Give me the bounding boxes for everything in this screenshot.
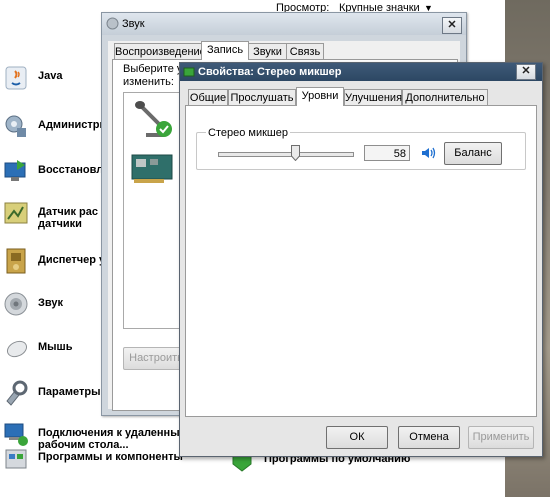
- properties-title-bar: Свойства: Стерео микшер ✕: [180, 63, 542, 81]
- device-list[interactable]: [123, 92, 185, 329]
- tab-listen[interactable]: Прослушать: [228, 89, 296, 106]
- sensor-icon: [4, 202, 28, 224]
- mouse-icon: [6, 340, 28, 358]
- admin-tools-icon: [5, 115, 26, 137]
- close-button[interactable]: ✕: [442, 17, 462, 34]
- tab-enhancements[interactable]: Улучшения: [344, 89, 402, 106]
- tab-general[interactable]: Общие: [188, 89, 228, 106]
- device-manager-icon: [6, 248, 26, 274]
- mixer-icon: [183, 67, 195, 77]
- speaker-icon: [106, 17, 119, 30]
- window-title: Звук: [122, 18, 145, 30]
- cp-item-programs[interactable]: Программы и компоненты: [0, 444, 183, 478]
- cp-label: Параметры: [38, 386, 101, 398]
- sound-title-bar: Звук ✕: [102, 13, 466, 35]
- recovery-icon: [4, 160, 26, 181]
- tab-sounds[interactable]: Звуки: [248, 43, 287, 60]
- options-icon: [6, 380, 28, 406]
- levels-panel: Стерео микшер 58 Баланс: [185, 105, 537, 417]
- ok-button[interactable]: ОК: [326, 426, 388, 449]
- dialog-title: Свойства: Стерео микшер: [198, 66, 342, 78]
- cp-label: Программы и компоненты: [38, 451, 183, 463]
- close-icon: ✕: [521, 65, 531, 77]
- cp-label: Звук: [38, 297, 64, 309]
- cp-label: Мышь: [38, 341, 73, 353]
- apply-button[interactable]: Применить: [468, 426, 534, 449]
- speaker-icon: [4, 292, 28, 316]
- java-icon: [5, 66, 27, 90]
- instruction-text: Выберите у изменить:: [123, 63, 183, 88]
- properties-dialog: Свойства: Стерео микшер ✕ Общие Прослуша…: [179, 62, 543, 457]
- level-slider-thumb[interactable]: [291, 145, 301, 162]
- cp-label: Администри: [38, 119, 107, 131]
- cp-label: Java: [38, 70, 63, 82]
- tab-playback[interactable]: Воспроизведение: [114, 43, 206, 60]
- balance-button[interactable]: Баланс: [444, 142, 502, 165]
- cancel-button[interactable]: Отмена: [398, 426, 460, 449]
- cp-label: Восстановле: [38, 164, 110, 176]
- cp-label: Диспетчер у: [38, 254, 106, 266]
- tab-levels[interactable]: Уровни: [296, 87, 344, 106]
- level-value-field[interactable]: 58: [364, 145, 410, 161]
- level-slider-track[interactable]: [218, 152, 354, 157]
- sound-card-icon: [131, 154, 173, 183]
- tab-communications[interactable]: Связь: [286, 43, 324, 60]
- close-button[interactable]: ✕: [516, 64, 536, 80]
- tab-recording[interactable]: Запись: [201, 41, 249, 60]
- volume-speaker-icon[interactable]: [419, 145, 437, 161]
- close-icon: ✕: [447, 19, 457, 31]
- programs-icon: [5, 449, 27, 469]
- slider-thumb-shape: [291, 145, 301, 162]
- microphone-icon: [135, 101, 172, 137]
- tab-advanced[interactable]: Дополнительно: [402, 89, 488, 106]
- cp-label: Датчик рас датчики: [38, 206, 99, 230]
- group-label: Стерео микшер: [206, 127, 290, 139]
